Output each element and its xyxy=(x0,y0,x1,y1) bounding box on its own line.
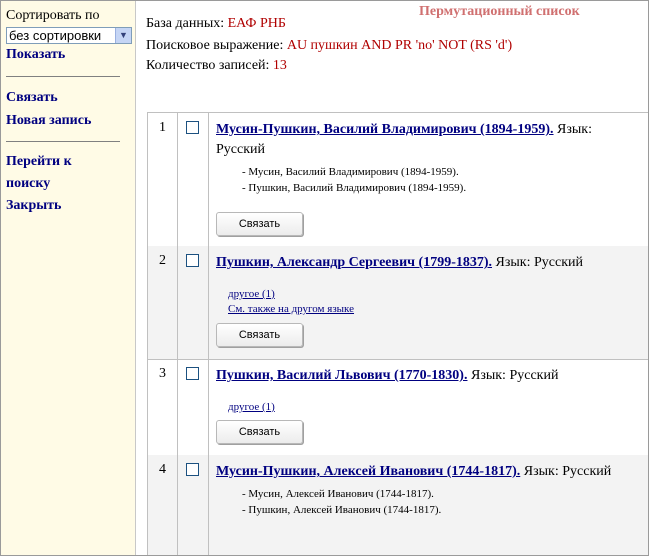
other-link[interactable]: другое (1) xyxy=(228,287,644,302)
see-also-link[interactable]: См. также на другом языке xyxy=(228,302,644,317)
record-body: Мусин-Пушкин, Василий Владимирович (1894… xyxy=(216,120,644,196)
link-button[interactable]: Связать xyxy=(216,212,303,236)
variant-item: - Мусин, Алексей Иванович (1744-1817). xyxy=(242,488,434,500)
chevron-down-icon[interactable]: ▼ xyxy=(115,28,131,43)
table-row: 4 Мусин-Пушкин, Алексей Иванович (1744-1… xyxy=(148,455,648,555)
sidebar-divider xyxy=(6,76,120,77)
record-heading: Мусин-Пушкин, Алексей Иванович (1744-181… xyxy=(216,462,644,482)
row-number: 1 xyxy=(159,120,166,135)
table-row: 1 Мусин-Пушкин, Василий Владимирович (18… xyxy=(148,113,648,247)
row-checkbox[interactable] xyxy=(186,121,199,134)
sort-label: Сортировать по xyxy=(6,8,100,23)
count-value: 13 xyxy=(272,58,287,73)
db-value: ЕАФ РНБ xyxy=(227,16,286,31)
other-link[interactable]: другое (1) xyxy=(228,400,644,415)
sort-select-value: без сортировки xyxy=(9,28,102,43)
table-row: 3 Пушкин, Василий Львович (1770-1830). Я… xyxy=(148,359,648,456)
row-number-cell: 1 xyxy=(148,113,178,246)
db-line: База данных: ЕАФ РНБ xyxy=(146,16,286,32)
variant-list: - Мусин, Василий Владимирович (1894-1959… xyxy=(242,164,644,196)
results-table: 1 Мусин-Пушкин, Василий Владимирович (18… xyxy=(147,112,648,555)
related-links: другое (1) См. также на другом языке xyxy=(228,287,644,317)
row-number: 4 xyxy=(159,462,166,477)
variant-list: - Мусин, Алексей Иванович (1744-1817). -… xyxy=(242,486,644,518)
page-frame: Сортировать по без сортировки ▼ Показать… xyxy=(0,0,649,556)
row-number-cell: 4 xyxy=(148,455,178,555)
record-name-link[interactable]: Мусин-Пушкин, Василий Владимирович (1894… xyxy=(216,122,554,137)
link-button[interactable]: Связать xyxy=(216,323,303,347)
goto-search-link[interactable]: Перейти к поиску xyxy=(6,151,72,195)
row-checkbox[interactable] xyxy=(186,367,199,380)
row-number-cell: 2 xyxy=(148,246,178,359)
row-checkbox-cell xyxy=(178,246,209,359)
new-record-link[interactable]: Новая запись xyxy=(6,110,91,132)
row-checkbox-cell xyxy=(178,113,209,246)
db-label: База данных: xyxy=(146,16,225,31)
record-name-link[interactable]: Пушкин, Василий Львович (1770-1830). xyxy=(216,368,467,383)
link-button[interactable]: Связать xyxy=(216,420,303,444)
query-value: AU пушкин AND PR 'no' NOT (RS 'd') xyxy=(286,38,513,53)
variant-item: - Мусин, Василий Владимирович (1894-1959… xyxy=(242,166,459,178)
goto-search-line2: поиску xyxy=(6,176,51,191)
row-checkbox[interactable] xyxy=(186,254,199,267)
row-number-cell: 3 xyxy=(148,359,178,455)
record-name-link[interactable]: Пушкин, Александр Сергеевич (1799-1837). xyxy=(216,255,492,270)
table-row: 2 Пушкин, Александр Сергеевич (1799-1837… xyxy=(148,246,648,360)
sort-select[interactable]: без сортировки ▼ xyxy=(6,27,132,44)
record-body: Пушкин, Александр Сергеевич (1799-1837).… xyxy=(216,253,644,317)
close-link[interactable]: Закрыть xyxy=(6,195,61,217)
record-heading: Пушкин, Василий Львович (1770-1830). Язы… xyxy=(216,366,644,386)
count-label: Количество записей: xyxy=(146,58,270,73)
variant-item: - Пушкин, Василий Владимирович (1894-195… xyxy=(242,182,467,194)
query-line: Поисковое выражение: AU пушкин AND PR 'n… xyxy=(146,38,512,54)
record-name-link[interactable]: Мусин-Пушкин, Алексей Иванович (1744-181… xyxy=(216,464,520,479)
row-checkbox[interactable] xyxy=(186,463,199,476)
show-link[interactable]: Показать xyxy=(6,44,65,66)
record-lang: Язык: Русский xyxy=(495,255,583,270)
row-checkbox-cell xyxy=(178,359,209,455)
count-line: Количество записей: 13 xyxy=(146,58,287,74)
sidebar: Сортировать по без сортировки ▼ Показать… xyxy=(1,1,136,555)
record-lang: Язык: Русский xyxy=(470,368,559,383)
row-number: 3 xyxy=(159,366,166,381)
related-links: другое (1) xyxy=(228,400,644,415)
query-label: Поисковое выражение: xyxy=(146,38,284,53)
record-heading: Мусин-Пушкин, Василий Владимирович (1894… xyxy=(216,120,644,160)
row-checkbox-cell xyxy=(178,455,209,555)
row-number: 2 xyxy=(159,253,166,268)
link-link[interactable]: Связать xyxy=(6,87,58,109)
variant-item: - Пушкин, Алексей Иванович (1744-1817). xyxy=(242,504,442,516)
sidebar-divider xyxy=(6,141,120,142)
record-body: Мусин-Пушкин, Алексей Иванович (1744-181… xyxy=(216,462,644,518)
record-body: Пушкин, Василий Львович (1770-1830). Язы… xyxy=(216,366,644,415)
record-heading: Пушкин, Александр Сергеевич (1799-1837).… xyxy=(216,253,644,273)
page-title: Пермутационный список xyxy=(419,4,580,19)
goto-search-line1: Перейти к xyxy=(6,154,72,169)
record-lang: Язык: Русский xyxy=(523,464,612,479)
